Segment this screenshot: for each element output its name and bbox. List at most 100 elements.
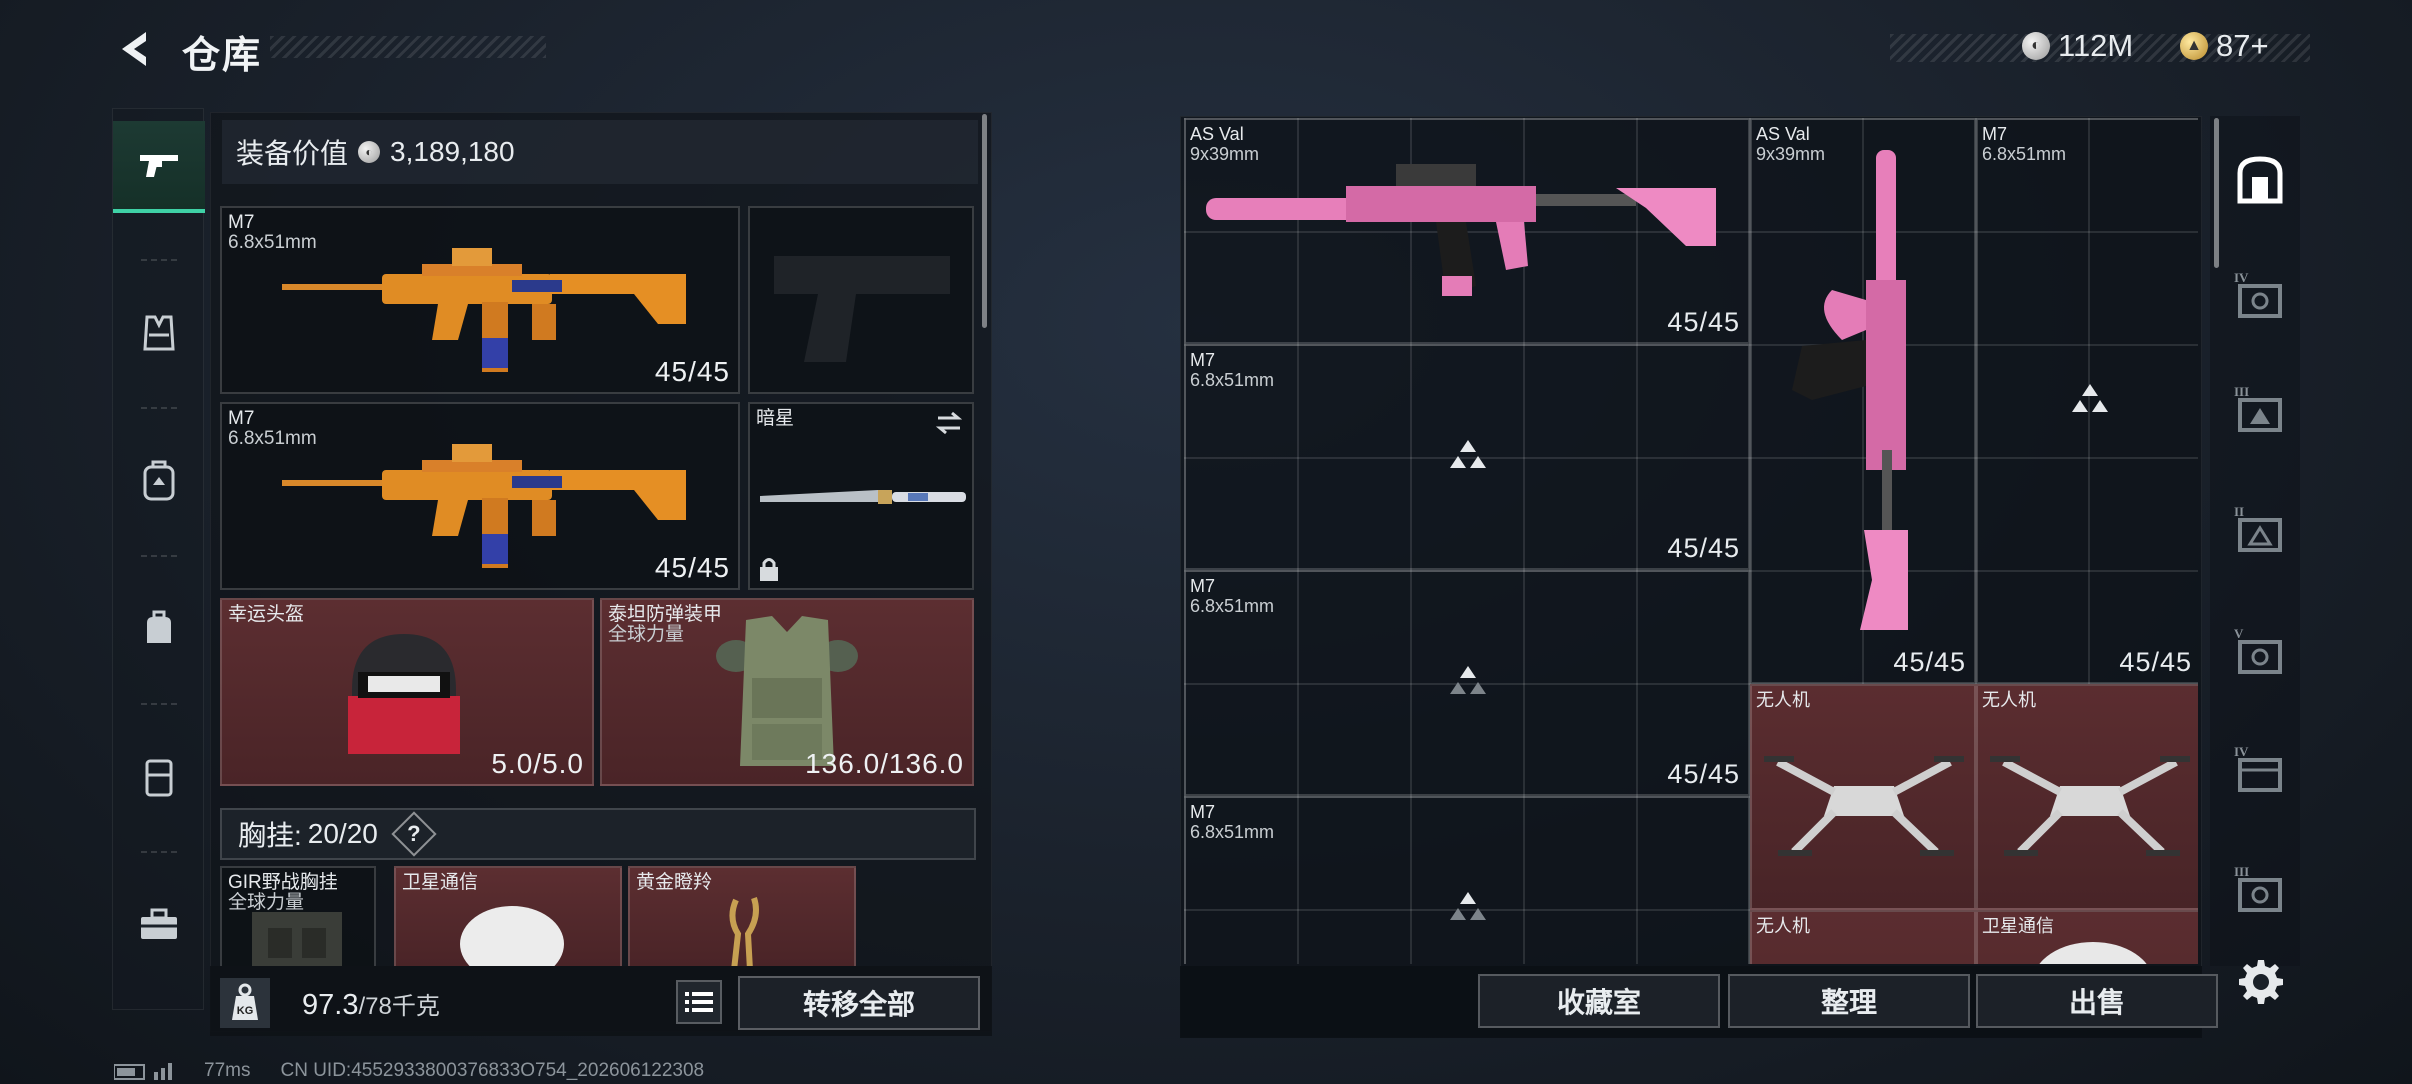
silver-coin-icon: ◐	[358, 141, 381, 163]
storage-tabs-scrollbar[interactable]	[2214, 118, 2219, 268]
svg-text:III: III	[2234, 384, 2249, 399]
storage-tier-icon: III	[2234, 384, 2282, 432]
storage-tier-icon: IV	[2234, 270, 2282, 318]
gold-currency[interactable]: ▲ 87+	[2180, 28, 2269, 64]
category-bag[interactable]	[113, 583, 205, 675]
collection-room-button[interactable]: 收藏室	[1478, 974, 1720, 1028]
item-durability: 45/45	[2119, 647, 2192, 677]
transfer-all-button[interactable]: 转移全部	[738, 976, 980, 1030]
melee-slot[interactable]: 暗星	[748, 402, 974, 590]
vest-icon	[143, 315, 175, 351]
category-chest-rig[interactable]	[113, 731, 205, 823]
equipment-value-header: 装备价值 ◐ 3,189,180	[222, 120, 978, 184]
chest-rig-slot[interactable]: GIR野战胸挂 全球力量	[220, 866, 376, 966]
carry-weight: 97.3/78千克	[302, 986, 440, 1022]
rig-item-name: 黄金瞪羚	[636, 872, 713, 893]
helmet-slot[interactable]: 幸运头盔 5.0/5.0	[220, 598, 594, 786]
storage-tab-4[interactable]: II	[2220, 490, 2300, 570]
svg-text:IV: IV	[2234, 744, 2249, 759]
storage-item-m7-2[interactable]: M7 6.8x51mm 45/45	[1184, 570, 1750, 796]
knife-image	[760, 490, 966, 504]
organize-button[interactable]: 整理	[1728, 974, 1970, 1028]
svg-text:V: V	[2234, 626, 2244, 641]
help-icon[interactable]: ?	[391, 811, 437, 857]
storage-tab-home[interactable]	[2220, 140, 2300, 220]
storage-tab-6[interactable]: IV	[2220, 730, 2300, 810]
item-durability: 45/45	[1667, 533, 1740, 563]
tier-triangle-icon	[2072, 384, 2108, 412]
title-decoration	[270, 36, 546, 58]
storage-tab-3[interactable]: III	[2220, 370, 2300, 450]
chest-rig-capacity: 20/20	[307, 818, 378, 849]
category-pistol[interactable]	[113, 121, 205, 213]
carry-weight-value: 97.3	[302, 989, 359, 1021]
back-arrow-icon[interactable]	[112, 26, 158, 72]
rig-faction: 全球力量	[228, 892, 305, 913]
weapon-durability: 45/45	[654, 552, 730, 583]
item-durability: 45/45	[1667, 759, 1740, 789]
armor-slot[interactable]: 泰坦防弹装甲 全球力量 136.0/136.0	[600, 598, 974, 786]
silver-currency: ◐ 112M	[2022, 28, 2133, 64]
armor-durability: 136.0/136.0	[805, 748, 964, 779]
primary-weapon-slot-2[interactable]: M7 6.8x51mm 45/45	[220, 402, 740, 590]
equipment-value-label: 装备价值	[236, 138, 349, 169]
backpack-icon	[143, 460, 175, 501]
equipment-scrollbar[interactable]	[982, 114, 987, 328]
golden-gazelle-image	[729, 897, 759, 966]
category-rail	[112, 108, 205, 1010]
item-durability: 45/45	[1667, 307, 1740, 337]
pistol-slot[interactable]	[748, 206, 974, 394]
satellite-comm-image	[2039, 942, 2147, 964]
list-view-button[interactable]	[676, 980, 722, 1024]
rig-name: GIR野战胸挂	[228, 872, 338, 893]
storage-tier-icon: IV	[2234, 744, 2282, 792]
category-toolbox[interactable]	[113, 879, 205, 971]
storage-item-satellite[interactable]: 卫星通信	[1976, 910, 2198, 964]
bag-icon	[147, 610, 171, 643]
storage-tab-7[interactable]: III	[2220, 850, 2300, 930]
item-durability: 45/45	[1893, 647, 1966, 677]
weapon-name: M7	[228, 408, 255, 429]
storage-tab-5[interactable]: V	[2220, 612, 2300, 692]
item-caliber: 6.8x51mm	[1190, 370, 1275, 390]
as-val-rifle-vertical-image	[1792, 150, 1908, 630]
item-caliber: 6.8x51mm	[1190, 596, 1275, 616]
storage-item-m7-1[interactable]: M7 6.8x51mm 45/45	[1184, 344, 1750, 570]
armor-faction: 全球力量	[608, 624, 685, 645]
storage-item-m7-right[interactable]: M7 6.8x51mm 45/45	[1976, 118, 2198, 684]
storage-item-m7-3[interactable]: M7 6.8x51mm	[1184, 796, 1750, 964]
storage-item-as-val-2[interactable]: AS Val 9x39mm 45/45	[1750, 118, 1976, 684]
equipment-value: 3,189,180	[390, 136, 515, 167]
storage-item-drone-2[interactable]: 无人机	[1976, 684, 2198, 910]
category-vest[interactable]	[113, 287, 205, 379]
drone-image	[1764, 756, 1964, 856]
svg-text:KG: KG	[237, 1005, 254, 1017]
rig-item-slot-2[interactable]: 黄金瞪羚	[628, 866, 856, 966]
primary-weapon-slot-1[interactable]: M7 6.8x51mm 45/45	[220, 206, 740, 394]
storage-item-as-val-1[interactable]: AS Val 9x39mm 45/45	[1184, 118, 1750, 344]
svg-text:III: III	[2234, 864, 2249, 879]
item-name: 无人机	[1982, 690, 2036, 710]
battery-signal-icon	[114, 1063, 172, 1080]
storage-item-drone-3[interactable]: 无人机	[1750, 910, 1976, 964]
item-name: 无人机	[1756, 690, 1810, 710]
tier-triangle-icon	[1450, 666, 1486, 694]
chest-rig-label: 胸挂:	[238, 820, 302, 851]
item-name: AS Val	[1756, 124, 1810, 144]
uid-text: CN UID:4552933800376833O754_202606122308	[280, 1060, 705, 1081]
m7-rifle-image	[282, 248, 686, 372]
helmet-image	[348, 634, 460, 754]
swap-icon[interactable]	[934, 410, 964, 436]
storage-tab-2[interactable]: IV	[2220, 256, 2300, 336]
as-val-rifle-image	[1206, 164, 1716, 296]
m7-rifle-image	[282, 444, 686, 568]
rig-item-slot-1[interactable]: 卫星通信	[394, 866, 622, 966]
tier-triangle-icon	[1450, 440, 1486, 468]
storage-grid: AS Val 9x39mm 45/45 AS Val 9x39mm 45/45	[1184, 118, 2198, 964]
settings-gear-icon[interactable]	[2234, 956, 2284, 1006]
sell-button[interactable]: 出售	[1976, 974, 2218, 1028]
lock-icon	[760, 558, 778, 581]
category-backpack[interactable]	[113, 435, 205, 527]
storage-item-drone-1[interactable]: 无人机	[1750, 684, 1976, 910]
item-caliber: 6.8x51mm	[1190, 822, 1275, 842]
